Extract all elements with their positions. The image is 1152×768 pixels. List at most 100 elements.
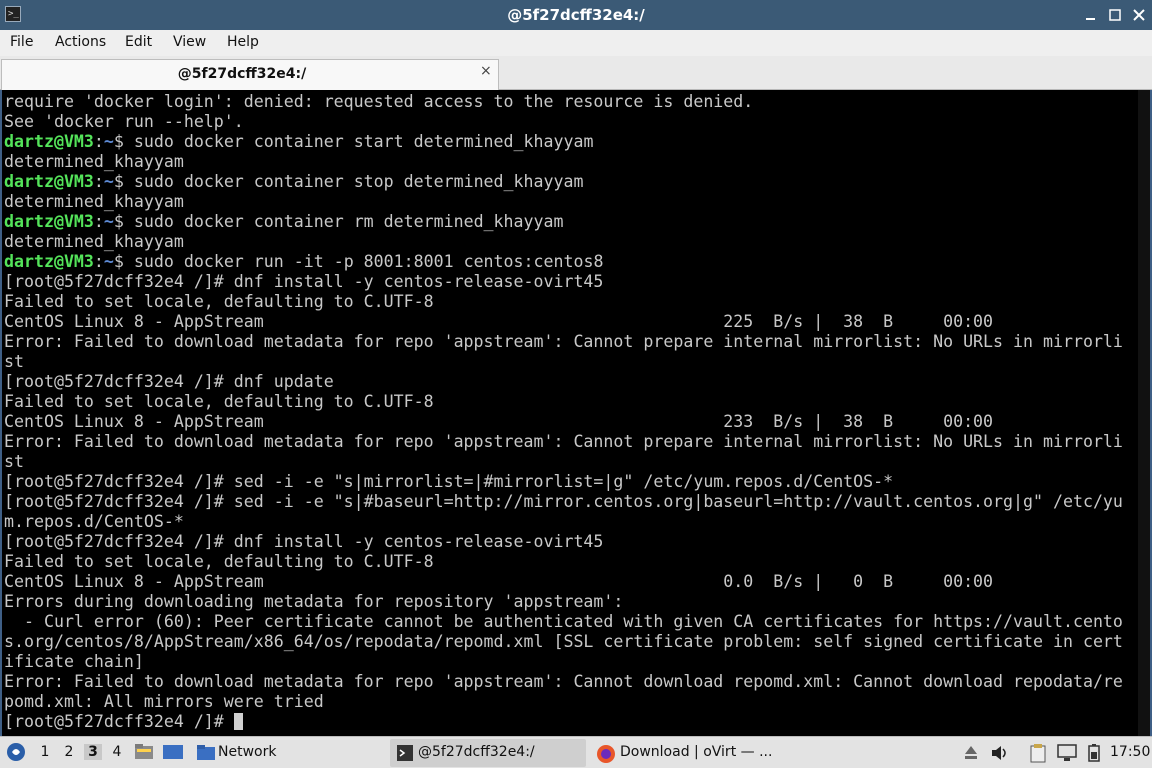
menu-view[interactable]: View xyxy=(173,34,206,50)
file-manager-icon[interactable] xyxy=(134,743,154,765)
prompt-user: dartz@VM3 xyxy=(4,132,94,151)
prompt-user: dartz@VM3 xyxy=(4,252,94,271)
tab-terminal[interactable]: @5f27dcff32e4:/ × xyxy=(1,59,499,90)
window-title: @5f27dcff32e4:/ xyxy=(507,6,645,24)
terminal-line: determined_khayyam xyxy=(4,152,1134,172)
terminal-text: : xyxy=(93,132,104,151)
terminal-text: st xyxy=(4,352,24,371)
tab-label: @5f27dcff32e4:/ xyxy=(177,66,307,82)
clock[interactable]: 17:50 xyxy=(1110,744,1150,760)
terminal-line: pomd.xml: All mirrors were tried xyxy=(4,692,1134,712)
terminal-line: CentOS Linux 8 - AppStream 0.0 B/s | 0 B… xyxy=(4,572,1134,592)
terminal-text: Errors during downloading metadata for r… xyxy=(4,592,624,611)
task-firefox[interactable]: Download | oVirt — ... xyxy=(592,739,782,767)
terminal-line: st xyxy=(4,452,1134,472)
terminal-text: : xyxy=(93,172,104,191)
workspace-3[interactable]: 3 xyxy=(84,744,102,760)
start-menu-icon[interactable] xyxy=(6,742,26,766)
prompt-path: ~ xyxy=(103,212,114,231)
terminal-line: Error: Failed to download metadata for r… xyxy=(4,432,1134,452)
close-icon[interactable] xyxy=(1130,6,1148,24)
terminal-text: $ sudo docker container rm determined_kh… xyxy=(113,212,564,231)
prompt-path: ~ xyxy=(103,172,114,191)
terminal-line: s.org/centos/8/AppStream/x86_64/os/repod… xyxy=(4,632,1134,652)
terminal-line: determined_khayyam xyxy=(4,232,1134,252)
battery-icon[interactable] xyxy=(1086,743,1102,767)
terminal-text: $ sudo docker container start determined… xyxy=(113,132,594,151)
folder-icon xyxy=(197,745,215,760)
menu-file[interactable]: File xyxy=(10,34,33,50)
menu-help[interactable]: Help xyxy=(227,34,259,50)
prompt-path: ~ xyxy=(103,132,114,151)
terminal-text: st xyxy=(4,452,24,471)
tab-bar: @5f27dcff32e4:/ × xyxy=(0,56,1152,90)
workspace-1[interactable]: 1 xyxy=(36,744,54,760)
terminal-text: See 'docker run --help'. xyxy=(4,112,244,131)
desktop-icon[interactable] xyxy=(162,743,184,765)
terminal-icon xyxy=(397,745,413,761)
terminal-line: Failed to set locale, defaulting to C.UT… xyxy=(4,392,1134,412)
workspace-2[interactable]: 2 xyxy=(60,744,78,760)
terminal-line: See 'docker run --help'. xyxy=(4,112,1134,132)
terminal-text: CentOS Linux 8 - AppStream 0.0 B/s | 0 B… xyxy=(4,572,994,591)
task-firefox-label: Download | oVirt — ... xyxy=(620,744,773,760)
terminal-line: Errors during downloading metadata for r… xyxy=(4,592,1134,612)
terminal-text: determined_khayyam xyxy=(4,232,184,251)
terminal-output[interactable]: require 'docker login': denied: requeste… xyxy=(4,92,1134,732)
terminal-line: [root@5f27dcff32e4 /]# dnf install -y ce… xyxy=(4,532,1134,552)
terminal-line: Failed to set locale, defaulting to C.UT… xyxy=(4,292,1134,312)
terminal-scrollbar[interactable] xyxy=(1138,90,1150,736)
network-status-icon[interactable] xyxy=(1056,743,1078,767)
task-terminal[interactable]: @5f27dcff32e4:/ xyxy=(390,739,586,767)
terminal-text: CentOS Linux 8 - AppStream 225 B/s | 38 … xyxy=(4,312,994,331)
terminal-text: [root@5f27dcff32e4 /]# dnf update xyxy=(4,372,334,391)
terminal-line: require 'docker login': denied: requeste… xyxy=(4,92,1134,112)
terminal-text: determined_khayyam xyxy=(4,192,184,211)
menu-actions[interactable]: Actions xyxy=(55,34,106,50)
terminal-text: [root@5f27dcff32e4 /]# dnf install -y ce… xyxy=(4,272,604,291)
terminal-line: [root@5f27dcff32e4 /]# sed -i -e "s|#bas… xyxy=(4,492,1134,512)
terminal-text: Failed to set locale, defaulting to C.UT… xyxy=(4,392,434,411)
terminal-text: - Curl error (60): Peer certificate cann… xyxy=(4,612,1123,631)
terminal-text: CentOS Linux 8 - AppStream 233 B/s | 38 … xyxy=(4,412,994,431)
terminal-text: Failed to set locale, defaulting to C.UT… xyxy=(4,292,434,311)
terminal-text: [root@5f27dcff32e4 /]# xyxy=(4,712,234,731)
minimize-icon[interactable] xyxy=(1082,6,1100,24)
terminal-line: Error: Failed to download metadata for r… xyxy=(4,332,1134,352)
terminal-cursor xyxy=(233,713,243,730)
volume-icon[interactable] xyxy=(990,743,1010,767)
terminal-text: require 'docker login': denied: requeste… xyxy=(4,92,754,111)
terminal-line: Failed to set locale, defaulting to C.UT… xyxy=(4,552,1134,572)
eject-icon[interactable] xyxy=(962,743,980,767)
clipboard-icon[interactable] xyxy=(1028,743,1048,767)
terminal-line: - Curl error (60): Peer certificate cann… xyxy=(4,612,1134,632)
terminal-line: dartz@VM3:~$ sudo docker container start… xyxy=(4,132,1134,152)
terminal-line: m.repos.d/CentOS-* xyxy=(4,512,1134,532)
terminal-line: ificate chain] xyxy=(4,652,1134,672)
prompt-path: ~ xyxy=(103,252,114,271)
menu-edit[interactable]: Edit xyxy=(125,34,152,50)
terminal-text: [root@5f27dcff32e4 /]# sed -i -e "s|mirr… xyxy=(4,472,894,491)
terminal-text: [root@5f27dcff32e4 /]# dnf install -y ce… xyxy=(4,532,604,551)
taskbar: 1 2 3 4 Network @5f27dcff32e4:/ Download… xyxy=(0,736,1152,768)
terminal-text: [root@5f27dcff32e4 /]# sed -i -e "s|#bas… xyxy=(4,492,1123,511)
terminal-text: Error: Failed to download metadata for r… xyxy=(4,672,1123,691)
terminal-line: [root@5f27dcff32e4 /]# dnf update xyxy=(4,372,1134,392)
terminal-line: determined_khayyam xyxy=(4,192,1134,212)
terminal-line: st xyxy=(4,352,1134,372)
terminal-line: CentOS Linux 8 - AppStream 233 B/s | 38 … xyxy=(4,412,1134,432)
maximize-icon[interactable] xyxy=(1106,6,1124,24)
terminal-text: $ sudo docker run -it -p 8001:8001 cento… xyxy=(113,252,604,271)
terminal-line: [root@5f27dcff32e4 /]# xyxy=(4,712,1134,732)
terminal-view[interactable]: require 'docker login': denied: requeste… xyxy=(0,90,1152,736)
terminal-line: [root@5f27dcff32e4 /]# sed -i -e "s|mirr… xyxy=(4,472,1134,492)
terminal-line: [root@5f27dcff32e4 /]# dnf install -y ce… xyxy=(4,272,1134,292)
terminal-line: dartz@VM3:~$ sudo docker run -it -p 8001… xyxy=(4,252,1134,272)
terminal-text: s.org/centos/8/AppStream/x86_64/os/repod… xyxy=(4,632,1123,651)
terminal-text: : xyxy=(93,252,104,271)
window-titlebar[interactable]: >_ @5f27dcff32e4:/ xyxy=(0,0,1152,30)
menu-bar: File Actions Edit View Help xyxy=(0,30,1152,56)
workspace-4[interactable]: 4 xyxy=(108,744,126,760)
task-network[interactable]: Network xyxy=(192,739,296,767)
tab-close-icon[interactable]: × xyxy=(480,63,492,79)
